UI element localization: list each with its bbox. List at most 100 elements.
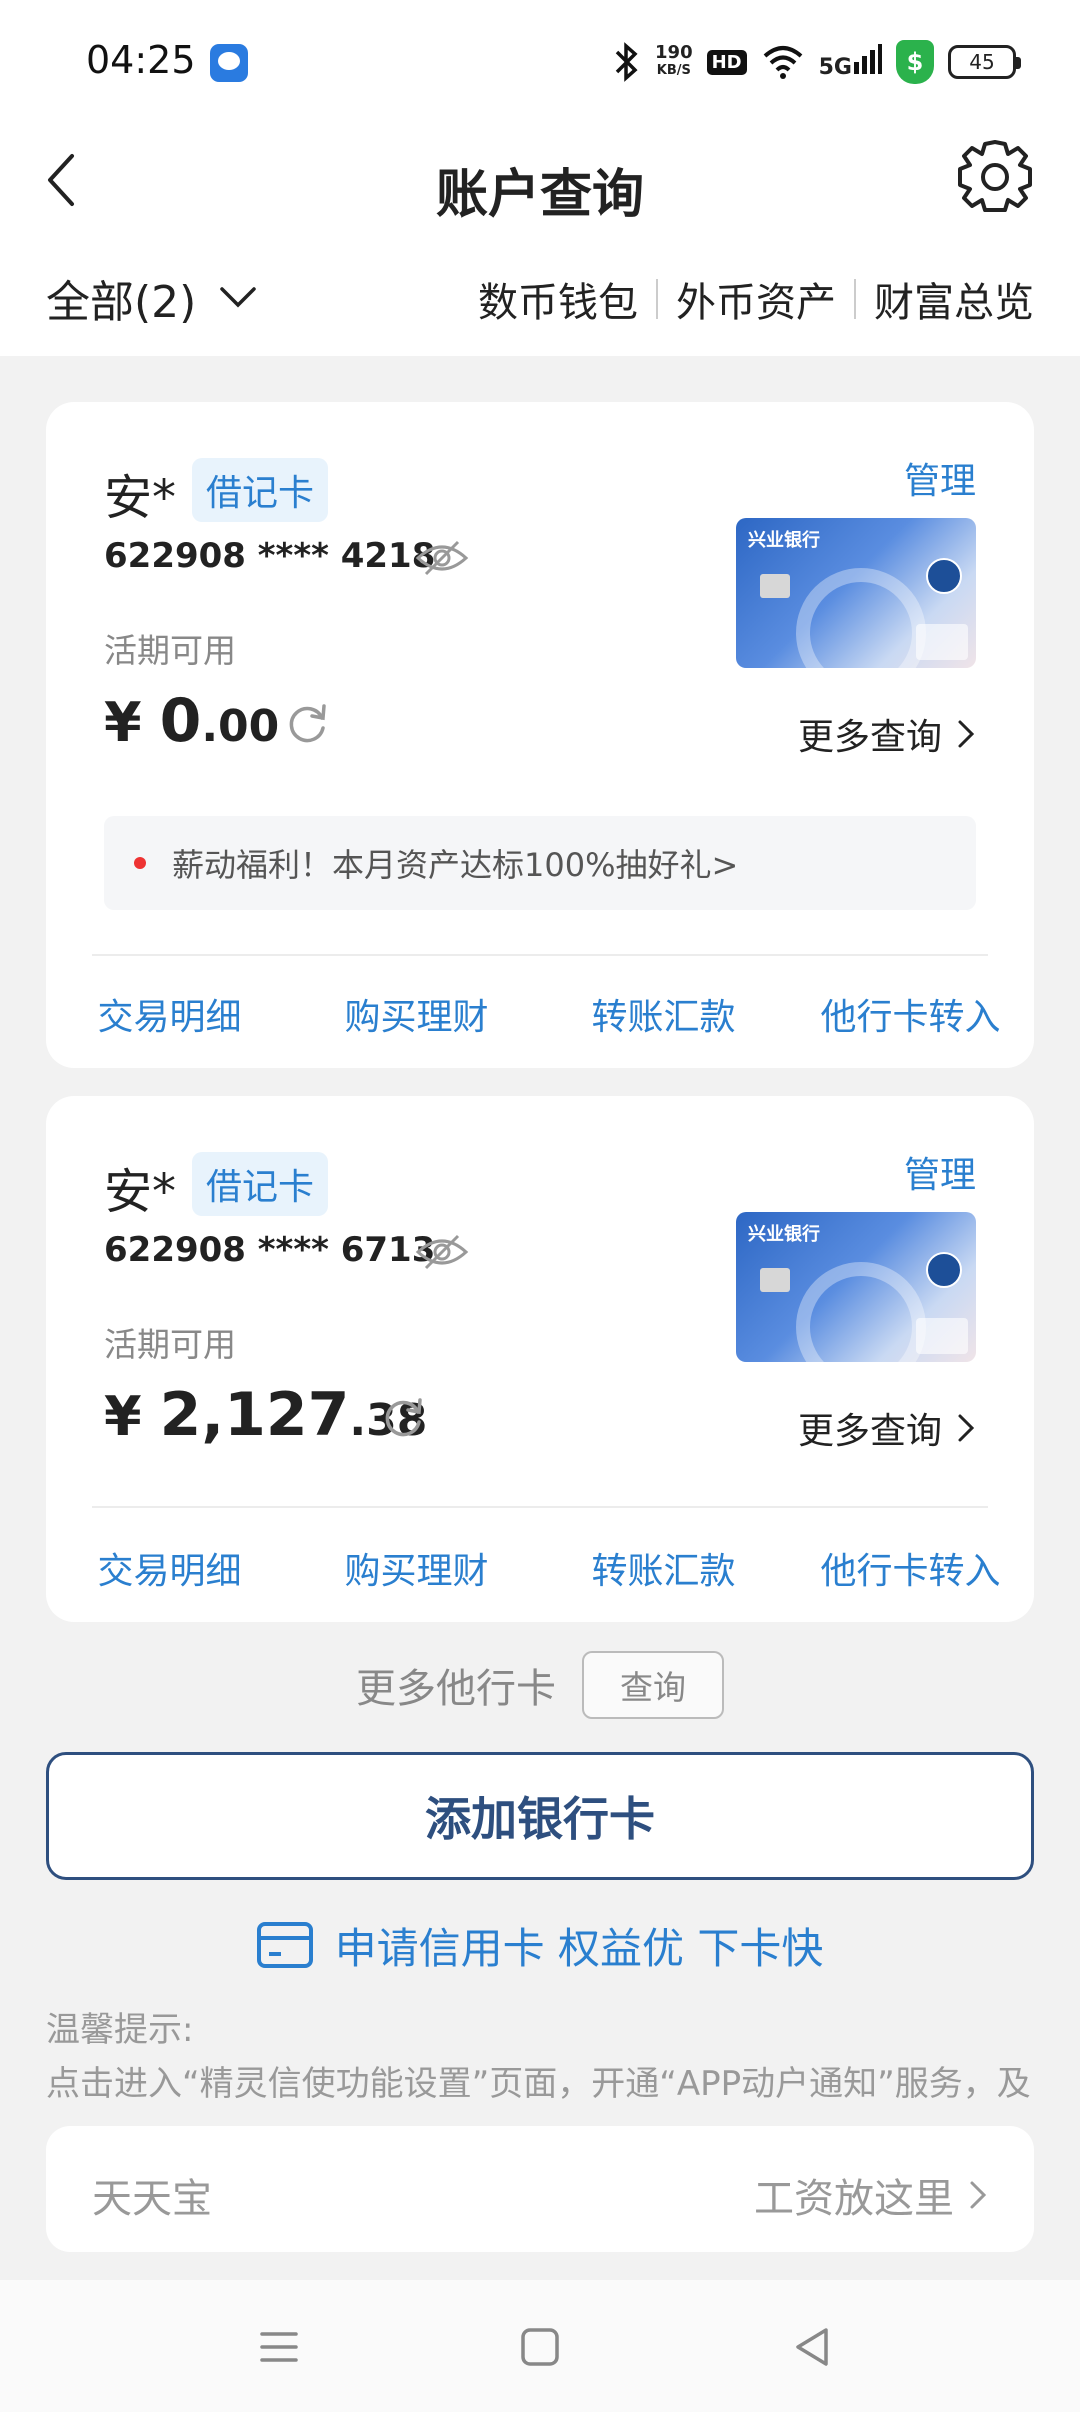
refresh-icon[interactable] [284,700,330,746]
transfer-button[interactable]: 转账汇款 [540,988,787,1040]
transaction-details-button[interactable]: 交易明细 [46,1542,293,1594]
tiantianbao-entry[interactable]: 天天宝 工资放这里 [46,2126,1034,2252]
more-query-link[interactable]: 更多查询 [798,708,976,760]
battery-icon: 45 [948,45,1021,79]
account-card: 安* 借记卡 管理 622908 **** 6713 活期可用 ¥ 2,127 … [46,1096,1034,1622]
balance-amount: ¥ 2,127 .38 [104,1380,427,1450]
security-shield-icon: $ [896,40,934,84]
card-chip [760,1268,790,1292]
signal-bars-icon [854,44,882,74]
more-query-label: 更多查询 [797,1411,942,1452]
bank-name: 兴业银行 [748,530,820,551]
hd-icon: HD [706,49,747,75]
top-bar: 账户查询 [0,120,1080,240]
menu-icon[interactable] [252,2320,306,2374]
wifi-icon [763,46,802,79]
filter-links: 数币钱包 外币资产 财富总览 [478,270,1034,328]
card-logo-ring [796,1262,926,1362]
balance-decimal: .00 [201,701,280,752]
status-time: 04:25 [86,38,196,82]
speed-unit: KB/S [656,63,691,78]
apply-credit-card-link[interactable]: 申请信用卡 权益优 下卡快 [0,1910,1080,1980]
balance-label: 活期可用 [104,631,236,670]
chevron-down-icon [220,287,257,308]
more-query-label: 更多查询 [797,717,942,758]
unionpay-logo [916,1318,968,1354]
balance-label: 活期可用 [104,1325,236,1364]
buy-wealth-button[interactable]: 购买理财 [293,1542,540,1594]
tiantianbao-right-label: 工资放这里 [754,2176,954,2222]
promo-text: 薪动福利！本月资产达标100%抽好礼> [172,846,739,884]
transaction-details-button[interactable]: 交易明细 [46,988,293,1040]
settings-gear-icon[interactable] [950,132,1040,222]
other-bank-transfer-in-button[interactable]: 他行卡转入 [787,1542,1034,1594]
bank-card-image: 兴业银行 [736,1212,976,1362]
link-wealth-overview[interactable]: 财富总览 [874,270,1034,328]
speed-value: 190 [655,42,693,63]
app-notification-icon [210,44,248,82]
card-chip [760,574,790,598]
balance-integer: 0 [159,686,202,756]
system-navigation-bar [0,2280,1080,2412]
back-triangle-icon[interactable] [786,2320,840,2374]
currency-symbol: ¥ [104,691,142,754]
more-query-link[interactable]: 更多查询 [798,1402,976,1454]
more-cards-label: 更多他行卡 [356,1666,556,1712]
account-owner: 安* [104,470,177,526]
chevron-right-icon [970,2181,987,2209]
status-bar: 04:25 190 KB/S HD 5G $ 45 [0,0,1080,120]
network-speed: 190 KB/S [655,44,693,80]
account-filter-dropdown[interactable]: 全部(2) [46,266,258,330]
bank-name: 兴业银行 [748,1224,820,1245]
more-other-bank-cards: 更多他行卡 查询 [0,1650,1080,1720]
currency-symbol: ¥ [104,1385,142,1448]
card-type-badge: 借记卡 [192,1152,329,1216]
account-number: 622908 **** 6713 [104,1230,436,1270]
divider [92,954,988,956]
promo-banner[interactable]: 薪动福利！本月资产达标100%抽好礼> [104,816,976,910]
tip-title: 温馨提示: [46,2010,194,2050]
hide-eye-icon[interactable] [414,1224,470,1280]
manage-link[interactable]: 管理 [904,452,976,504]
card-mascot [926,558,962,594]
balance-integer: 2,127 [159,1380,350,1450]
refresh-icon[interactable] [380,1394,426,1440]
unionpay-logo [916,624,968,660]
red-dot-icon [134,857,146,869]
link-foreign-currency[interactable]: 外币资产 [676,270,836,328]
cellular-icon: 5G [819,44,882,80]
bluetooth-icon [615,42,638,82]
divider [656,279,658,319]
buy-wealth-button[interactable]: 购买理财 [293,988,540,1040]
account-card: 安* 借记卡 管理 622908 **** 4218 活期可用 ¥ 0 .00 … [46,402,1034,1068]
card-actions: 交易明细 购买理财 转账汇款 他行卡转入 [46,988,1034,1040]
card-actions: 交易明细 购买理财 转账汇款 他行卡转入 [46,1542,1034,1594]
tiantianbao-label: 天天宝 [92,2176,212,2222]
bank-card-image: 兴业银行 [736,518,976,668]
chevron-right-icon [958,1414,975,1442]
network-type: 5G [818,55,852,80]
other-bank-transfer-in-button[interactable]: 他行卡转入 [787,988,1034,1040]
account-owner: 安* [104,1164,177,1220]
status-icons: 190 KB/S HD 5G $ 45 [611,40,1021,84]
credit-card-text: 申请信用卡 权益优 下卡快 [334,1923,824,1973]
tiantianbao-right: 工资放这里 [754,2166,988,2224]
manage-link[interactable]: 管理 [904,1146,976,1198]
transfer-button[interactable]: 转账汇款 [540,1542,787,1594]
filter-bar: 全部(2) 数币钱包 外币资产 财富总览 [0,240,1080,356]
account-number: 622908 **** 4218 [104,536,436,576]
home-square-icon[interactable] [513,2320,567,2374]
divider [92,1506,988,1508]
chevron-right-icon [958,720,975,748]
divider [854,279,856,319]
tip-text: 点击进入“精灵信使功能设置”页面，开通“APP动户通知”服务，及 [46,2064,1031,2104]
query-button[interactable]: 查询 [582,1651,724,1719]
link-digital-wallet[interactable]: 数币钱包 [478,270,638,328]
card-type-badge: 借记卡 [192,458,329,522]
filter-all-label: 全部(2) [46,277,197,328]
page-title: 账户查询 [435,165,644,225]
card-mascot [926,1252,962,1288]
balance-amount: ¥ 0 .00 [104,686,279,756]
add-bank-card-button[interactable]: 添加银行卡 [46,1752,1034,1880]
hide-eye-icon[interactable] [414,530,470,586]
